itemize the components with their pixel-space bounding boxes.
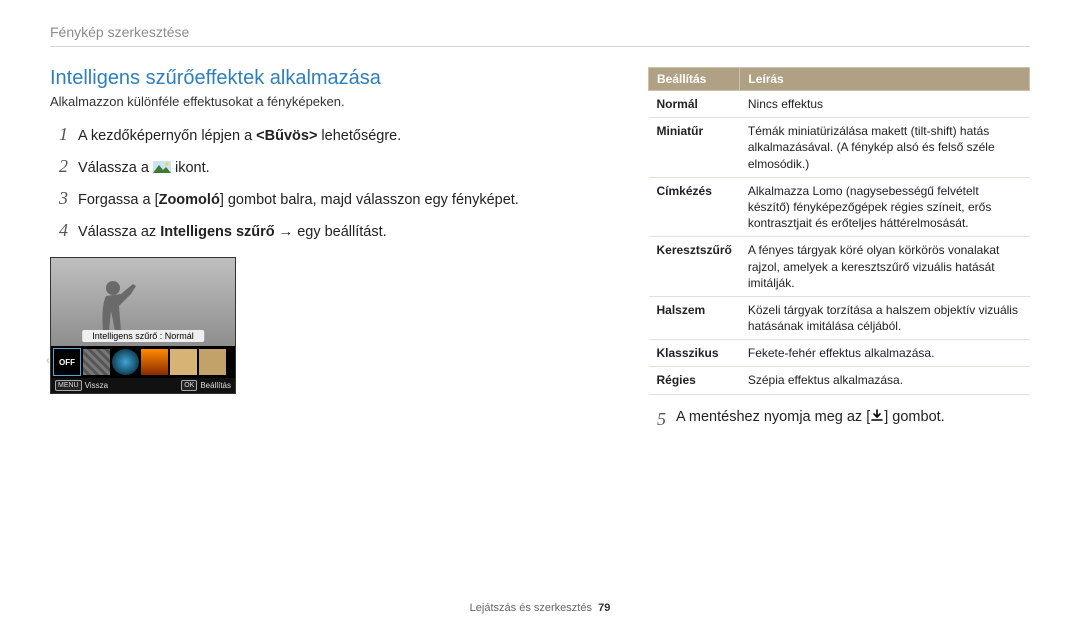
step-text: Válassza a ikont.	[78, 158, 210, 179]
breadcrumb: Fénykép szerkesztése	[50, 24, 1030, 40]
option-name: Keresztszűrő	[649, 237, 740, 297]
option-name: Halszem	[649, 296, 740, 339]
table-row: RégiesSzépia effektus alkalmazása.	[649, 367, 1030, 394]
softkey-set-label: Beállítás	[200, 381, 231, 390]
step-text: A kezdőképernyőn lépjen a <Bűvös> lehető…	[78, 126, 401, 147]
softkey-back[interactable]: MENU Vissza	[55, 380, 108, 391]
settings-table: Beállítás Leírás NormálNincs effektusMin…	[648, 67, 1030, 395]
list-item: 3 Forgassa a [Zoomoló] gombot balra, majd…	[50, 185, 620, 211]
step-text: A mentéshez nyomja meg az [] gombot.	[676, 409, 945, 430]
footer-chapter: Lejátszás és szerkesztés	[470, 602, 592, 614]
step-number: 5	[648, 409, 666, 430]
table-head-option: Beállítás	[649, 68, 740, 91]
step-5: 5 A mentéshez nyomja meg az [] gombot.	[648, 409, 1030, 430]
menu-key-icon: MENU	[55, 380, 82, 391]
table-row: KlasszikusFekete-fehér effektus alkalmaz…	[649, 340, 1030, 367]
option-desc: Nincs effektus	[740, 91, 1030, 118]
camera-preview: Intelligens szűrő : Normál OFF MENU Viss…	[50, 257, 236, 394]
page-footer: Lejátszás és szerkesztés 79	[0, 602, 1080, 614]
preview-softkeys: MENU Vissza OK Beállítás	[51, 378, 235, 393]
list-item: 1 A kezdőképernyőn lépjen a <Bűvös> lehet…	[50, 121, 620, 147]
filter-thumb-icon[interactable]	[112, 349, 139, 375]
step-number: 1	[50, 121, 68, 147]
filter-thumbs: OFF	[51, 346, 235, 378]
option-desc: Fekete-fehér effektus alkalmazása.	[740, 340, 1030, 367]
list-item: 2 Válassza a ikont.	[50, 153, 620, 179]
option-desc: Alkalmazza Lomo (nagysebességű felvételt…	[740, 177, 1030, 237]
filter-thumb-icon[interactable]	[83, 349, 110, 375]
divider	[50, 46, 1030, 47]
step-number: 2	[50, 153, 68, 179]
table-row: HalszemKözeli tárgyak torzítása a halsze…	[649, 296, 1030, 339]
table-row: KeresztszűrőA fényes tárgyak köré olyan …	[649, 237, 1030, 297]
preview-image: Intelligens szűrő : Normál	[51, 258, 235, 346]
lead-text: Alkalmazzon különféle effektusokat a fén…	[50, 94, 620, 109]
list-item: 4 Válassza az Intelligens szűrő → egy beá…	[50, 217, 620, 243]
table-head-desc: Leírás	[740, 68, 1030, 91]
download-icon	[870, 409, 884, 423]
option-desc: A fényes tárgyak köré olyan körkörös von…	[740, 237, 1030, 297]
option-name: Klasszikus	[649, 340, 740, 367]
option-name: Normál	[649, 91, 740, 118]
filter-off-button[interactable]: OFF	[53, 348, 81, 376]
step-number: 3	[50, 185, 68, 211]
option-desc: Közeli tárgyak torzítása a halszem objek…	[740, 296, 1030, 339]
table-row: MiniatűrTémák miniatürizálása makett (ti…	[649, 118, 1030, 178]
option-desc: Témák miniatürizálása makett (tilt-shift…	[740, 118, 1030, 178]
softkey-set[interactable]: OK Beállítás	[181, 380, 231, 391]
step-number: 4	[50, 217, 68, 243]
photo-icon	[153, 161, 171, 173]
filter-thumb-icon[interactable]	[199, 349, 226, 375]
table-row: CímkézésAlkalmazza Lomo (nagysebességű f…	[649, 177, 1030, 237]
option-name: Miniatűr	[649, 118, 740, 178]
footer-page-number: 79	[598, 602, 610, 614]
section-title: Intelligens szűrőeffektek alkalmazása	[50, 67, 620, 90]
filter-thumb-icon[interactable]	[141, 349, 168, 375]
filter-label: Intelligens szűrő : Normál	[82, 330, 204, 342]
softkey-back-label: Vissza	[85, 381, 108, 390]
ok-key-icon: OK	[181, 380, 197, 391]
step-text: Forgassa a [Zoomoló] gombot balra, majd …	[78, 190, 519, 211]
step-text: Válassza az Intelligens szűrő → egy beál…	[78, 222, 387, 243]
table-row: NormálNincs effektus	[649, 91, 1030, 118]
option-name: Régies	[649, 367, 740, 394]
option-name: Címkézés	[649, 177, 740, 237]
filter-thumb-icon[interactable]	[170, 349, 197, 375]
steps-list: 1 A kezdőképernyőn lépjen a <Bűvös> lehet…	[50, 121, 620, 243]
option-desc: Szépia effektus alkalmazása.	[740, 367, 1030, 394]
